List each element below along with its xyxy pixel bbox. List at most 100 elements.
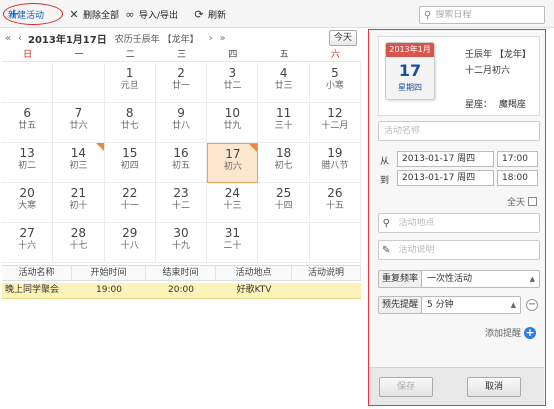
calendar-day-cell[interactable]: 21 初十 (53, 183, 105, 223)
calendar-day-cell[interactable] (53, 63, 105, 103)
day-number: 1 (125, 66, 134, 80)
calendar-day-cell[interactable]: 4 廿三 (258, 63, 310, 103)
activity-name-field[interactable] (378, 121, 540, 141)
calendar-day-cell[interactable]: 25 十四 (258, 183, 310, 223)
calendar-day-cell[interactable]: 3 廿二 (207, 63, 259, 103)
description-input[interactable] (393, 245, 539, 255)
current-date[interactable]: 2013年1月17日 (28, 31, 107, 46)
cancel-button[interactable]: 取消 (467, 377, 521, 397)
lunar-day: 廿八 (172, 121, 191, 131)
remind-select[interactable]: 5 分钟 ▲ (421, 296, 521, 314)
column-header: 活动名称 (2, 266, 72, 280)
delete-all-button[interactable]: ✕ 删除全部 (68, 5, 119, 23)
column-header: 活动地点 (216, 266, 292, 280)
import-export-button[interactable]: ∞ 导入/导出 (124, 5, 178, 23)
location-field[interactable]: ⚲ (378, 213, 540, 233)
calendar-day-cell[interactable]: 24 十三 (207, 183, 259, 223)
new-activity-button[interactable]: + 新建活动 (3, 3, 63, 25)
lunar-year: 农历壬辰年 【龙年】 (114, 34, 199, 45)
dropdown-arrow-icon: ▲ (510, 301, 516, 309)
calendar-day-cell[interactable]: 22 十一 (104, 183, 156, 223)
description-field[interactable]: ✎ (378, 240, 540, 260)
calendar-day-cell[interactable]: 20 大寒 (2, 183, 54, 223)
start-time-field[interactable]: 17:00 (497, 151, 538, 167)
end-date-field[interactable]: 2013-01-17 周四 (397, 170, 494, 186)
remove-reminder-icon[interactable]: − (526, 299, 538, 311)
calendar-day-cell[interactable]: 17 初六 (207, 143, 259, 183)
calendar-day-cell[interactable]: 8 廿七 (104, 103, 156, 143)
calendar-day-cell[interactable]: 23 十二 (155, 183, 208, 223)
table-row[interactable]: 晚上同学聚会 19:00 20:00 好歌KTV (2, 283, 361, 299)
day-number: 31 (224, 226, 240, 240)
panel-footer: 保存 取消 (369, 367, 544, 405)
day-number: 27 (19, 226, 35, 240)
next-year-icon[interactable]: » (217, 33, 229, 44)
to-label: 到 (380, 176, 390, 186)
event-table-header: 活动名称 开始时间 结束时间 活动地点 活动说明 (2, 265, 361, 281)
calendar-day-cell[interactable]: 2 廿一 (155, 63, 208, 103)
lunar-day: 初二 (18, 161, 37, 171)
lunar-day: 十四 (274, 201, 293, 211)
today-button[interactable]: 今天 (329, 30, 357, 46)
search-input[interactable] (435, 10, 536, 20)
save-button[interactable]: 保存 (379, 377, 433, 397)
calendar-day-cell[interactable]: 11 三十 (258, 103, 310, 143)
calendar-day-cell[interactable]: 19 腊八节 (309, 143, 362, 183)
calendar-day-cell[interactable]: 9 廿八 (155, 103, 208, 143)
calendar-day-cell[interactable]: 29 十八 (104, 223, 156, 263)
start-date-field[interactable]: 2013-01-17 周四 (397, 151, 494, 167)
lunar-day: 十一 (120, 201, 139, 211)
event-start-cell: 19:00 (96, 285, 122, 295)
add-reminder-button[interactable]: 添加提醒 + (485, 326, 537, 339)
refresh-button[interactable]: ⟳ 刷新 (193, 5, 226, 23)
day-number: 25 (275, 186, 292, 200)
prev-month-icon[interactable]: ‹ (14, 33, 26, 44)
lunar-day: 元旦 (120, 81, 139, 91)
all-day-checkbox[interactable] (528, 197, 538, 206)
calendar-day-cell[interactable]: 14 初三 (53, 143, 105, 183)
calendar-day-cell[interactable]: 18 初七 (258, 143, 310, 183)
lunar-day: 初四 (120, 161, 139, 171)
lunar-day: 大寒 (18, 201, 37, 211)
calendar-day-cell[interactable]: 1 元旦 (104, 63, 156, 103)
weekday-sat: 六 (330, 50, 340, 60)
lunar-day: 初十 (69, 201, 88, 211)
calendar-day-cell[interactable]: 15 初四 (104, 143, 156, 183)
calendar-day-cell[interactable]: 27 十六 (2, 223, 54, 263)
calendar-day-cell[interactable] (309, 223, 362, 263)
repeat-label: 重复频率 (378, 270, 423, 288)
all-day-label: 全天 (507, 198, 526, 208)
calendar-day-cell[interactable]: 10 廿九 (207, 103, 259, 143)
calendar-day-cell[interactable] (258, 223, 310, 263)
search-box[interactable]: ⚲ (419, 6, 545, 24)
prev-year-icon[interactable]: « (2, 33, 14, 44)
lunar-day: 十九 (172, 241, 191, 251)
calendar-day-cell[interactable] (2, 63, 54, 103)
calendar-day-cell[interactable]: 31 二十 (207, 223, 259, 263)
location-input[interactable] (393, 218, 539, 228)
activity-name-input[interactable] (379, 126, 539, 136)
calendar-day-cell[interactable]: 13 初二 (2, 143, 54, 183)
search-icon: ⚲ (424, 9, 432, 21)
constellation-label: 星座： (465, 100, 493, 110)
next-month-icon[interactable]: › (205, 33, 217, 44)
event-name-cell: 晚上同学聚会 (5, 285, 60, 295)
calendar-day-cell[interactable]: 5 小寒 (309, 63, 362, 103)
day-number: 18 (275, 146, 292, 160)
end-time-field[interactable]: 18:00 (497, 170, 538, 186)
lunar-day: 廿五 (18, 121, 37, 131)
add-reminder-label: 添加提醒 (485, 329, 522, 339)
calendar-icon-weekday: 星期四 (398, 83, 422, 92)
calendar-day-cell[interactable]: 12 十二月 (309, 103, 362, 143)
column-header: 结束时间 (146, 266, 216, 280)
lunar-day: 小寒 (325, 81, 344, 91)
calendar-day-cell[interactable]: 7 廿六 (53, 103, 105, 143)
calendar-day-cell[interactable]: 30 十九 (155, 223, 208, 263)
repeat-select[interactable]: 一次性活动 ▲ (421, 270, 540, 288)
calendar-day-cell[interactable]: 28 十七 (53, 223, 105, 263)
delete-all-label: 删除全部 (83, 10, 120, 21)
calendar-day-cell[interactable]: 26 十五 (309, 183, 362, 223)
calendar-day-cell[interactable]: 16 初五 (155, 143, 208, 183)
all-day-option[interactable]: 全天 (507, 195, 538, 208)
calendar-day-cell[interactable]: 6 廿五 (2, 103, 54, 143)
